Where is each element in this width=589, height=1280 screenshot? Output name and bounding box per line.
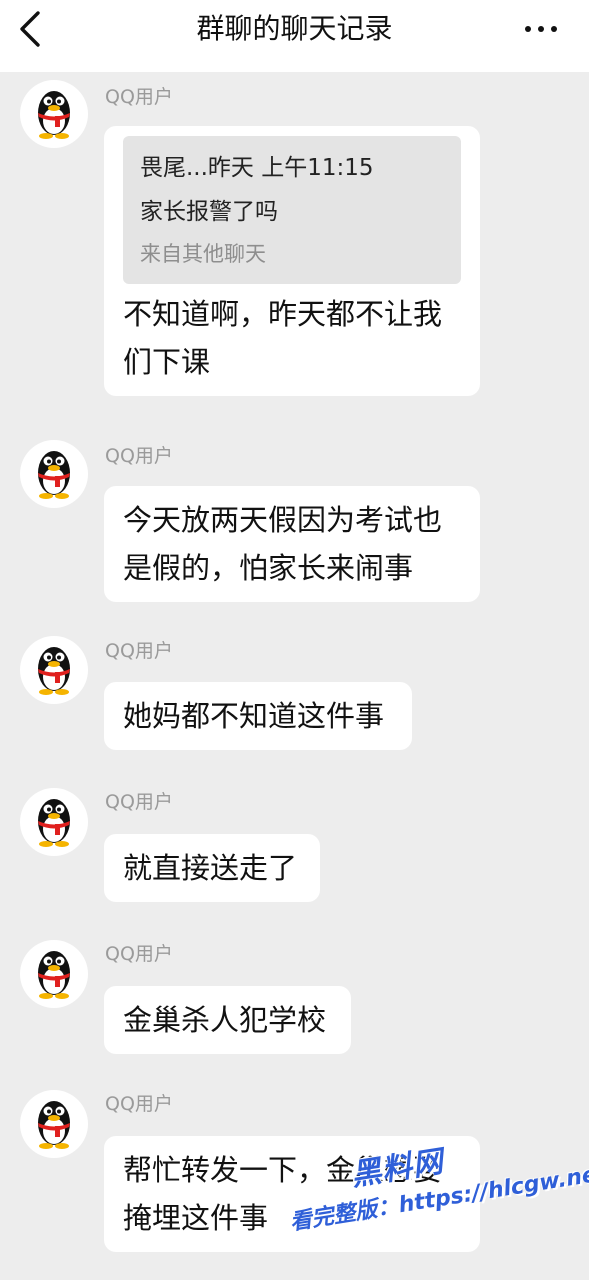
sender-name: QQ用户	[105, 445, 173, 467]
message-line: 今天放两天假因为考试也	[123, 503, 443, 537]
penguin-avatar-icon	[38, 1101, 70, 1149]
quote-source: 来自其他聊天	[140, 242, 266, 266]
message-line: 她妈都不知道这件事	[123, 699, 385, 733]
avatar[interactable]	[20, 1090, 88, 1158]
penguin-avatar-icon	[38, 951, 70, 999]
message-bubble[interactable]: 金巢杀人犯学校	[104, 986, 351, 1054]
avatar[interactable]	[20, 636, 88, 704]
quote-text: 家长报警了吗	[140, 199, 278, 225]
message-bubble[interactable]: 她妈都不知道这件事	[104, 682, 412, 750]
message-line: 们下课	[123, 345, 211, 379]
message-line: 就直接送走了	[123, 851, 298, 885]
sender-name: QQ用户	[105, 1093, 173, 1115]
avatar[interactable]	[20, 940, 88, 1008]
quoted-message[interactable]: 畏尾...昨天 上午11:15 家长报警了吗 来自其他聊天	[123, 136, 461, 284]
quote-header: 畏尾...昨天 上午11:15	[140, 155, 374, 181]
more-dot	[551, 26, 557, 32]
message-line: 不知道啊，昨天都不让我	[123, 297, 443, 331]
sender-name: QQ用户	[105, 640, 173, 662]
message-bubble[interactable]: 今天放两天假因为考试也 是假的，怕家长来闹事	[104, 486, 480, 602]
message-line: 帮忙转发一下，金巢想要	[123, 1153, 443, 1187]
message-line: 是假的，怕家长来闹事	[123, 551, 414, 585]
penguin-avatar-icon	[38, 91, 70, 139]
sender-name: QQ用户	[105, 86, 173, 108]
page-title: 群聊的聊天记录	[196, 12, 393, 45]
penguin-avatar-icon	[38, 647, 70, 695]
message-bubble[interactable]: 帮忙转发一下，金巢想要 掩埋这件事	[104, 1136, 480, 1252]
sender-name: QQ用户	[105, 791, 173, 813]
avatar[interactable]	[20, 440, 88, 508]
sender-name: QQ用户	[105, 943, 173, 965]
more-dot	[538, 26, 544, 32]
avatar[interactable]	[20, 788, 88, 856]
chat-history-screen: 群聊的聊天记录 QQ用户 畏尾...昨天 上午11:15 家长报警了吗 来自其他…	[0, 0, 589, 1280]
more-dots-icon	[525, 26, 531, 32]
message-bubble[interactable]: 畏尾...昨天 上午11:15 家长报警了吗 来自其他聊天 不知道啊，昨天都不让…	[104, 126, 480, 396]
message-bubble[interactable]: 就直接送走了	[104, 834, 320, 902]
message-line: 金巢杀人犯学校	[123, 1003, 327, 1037]
top-bar: 群聊的聊天记录	[0, 0, 589, 72]
penguin-avatar-icon	[38, 799, 70, 847]
message-line: 掩埋这件事	[123, 1201, 269, 1235]
penguin-avatar-icon	[38, 451, 70, 499]
avatar[interactable]	[20, 80, 88, 148]
more-button[interactable]	[515, 10, 567, 48]
